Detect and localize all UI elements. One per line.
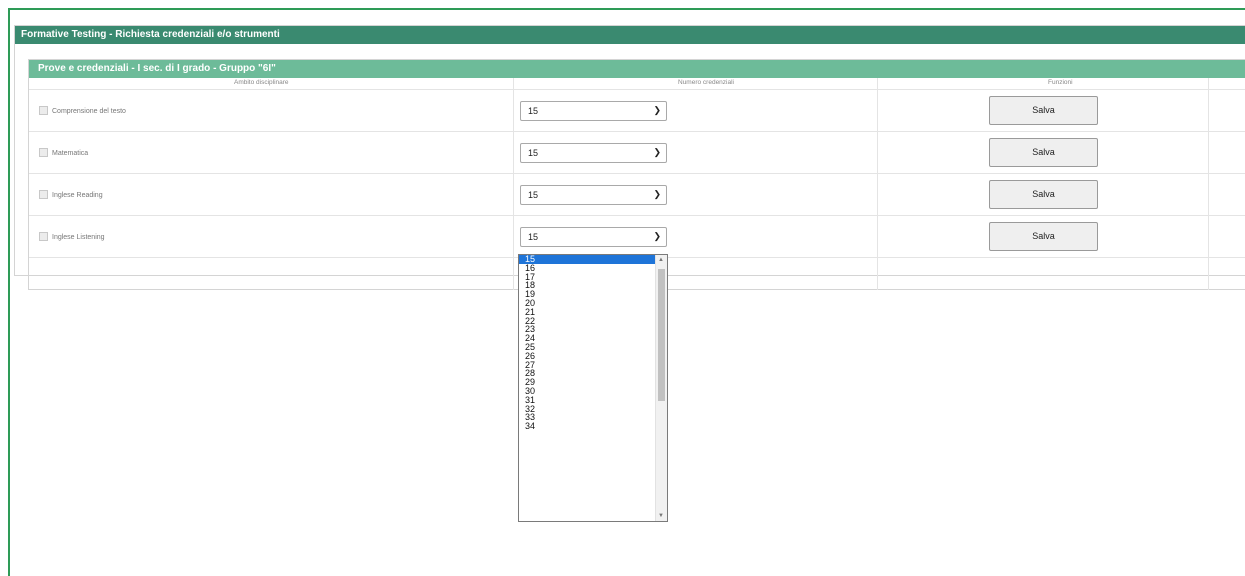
subject-label: Inglese Reading — [52, 192, 103, 199]
dropdown-option[interactable]: 32 — [519, 404, 667, 414]
dropdown-option[interactable]: 17 — [519, 272, 667, 282]
subject-label: Comprensione del testo — [52, 108, 126, 115]
scroll-up-icon[interactable]: ▲ — [658, 257, 664, 263]
select-value: 15 — [528, 106, 539, 116]
credentials-select[interactable]: 15 ❯ — [520, 143, 667, 163]
dropdown-option[interactable]: 16 — [519, 263, 667, 273]
table-row: Comprensione del testo 15 ❯ Salva — [29, 90, 1245, 132]
subject-checkbox[interactable] — [39, 148, 48, 157]
select-value: 15 — [528, 232, 539, 242]
subject-checkbox[interactable] — [39, 106, 48, 115]
page-title: Formative Testing - Richiesta credenzial… — [15, 26, 1245, 44]
table-row: Inglese Listening 15 ❯ Salva — [29, 216, 1245, 258]
dropdown-option[interactable]: 24 — [519, 334, 667, 343]
column-header-credentials: Numero credenziali — [678, 79, 734, 86]
save-button[interactable]: Salva — [989, 96, 1098, 125]
chevron-down-icon: ❯ — [653, 189, 661, 199]
dropdown-option[interactable]: 15 — [519, 255, 667, 264]
dropdown-option[interactable]: 26 — [519, 351, 667, 361]
dropdown-option[interactable]: 22 — [519, 316, 667, 326]
dropdown-option[interactable]: 19 — [519, 290, 667, 299]
dropdown-option[interactable]: 34 — [519, 422, 667, 431]
dropdown-option[interactable]: 25 — [519, 343, 667, 352]
dropdown-option[interactable]: 21 — [519, 307, 667, 317]
column-header-subject: Ambito disciplinare — [234, 79, 289, 86]
select-value: 15 — [528, 190, 539, 200]
select-value: 15 — [528, 148, 539, 158]
table-row: Matematica 15 ❯ Salva — [29, 132, 1245, 174]
chevron-down-icon: ❯ — [653, 231, 661, 241]
dropdown-options: 15 16 17 18 19 20 21 22 23 24 25 26 27 28 29 30 31 32 33 34 — [519, 255, 667, 431]
subject-label: Inglese Listening — [52, 234, 105, 241]
save-button[interactable]: Salva — [989, 180, 1098, 209]
chevron-down-icon: ❯ — [653, 105, 661, 115]
scroll-down-icon[interactable]: ▼ — [658, 513, 664, 519]
save-button[interactable]: Salva — [989, 138, 1098, 167]
dropdown-option[interactable]: 23 — [519, 325, 667, 334]
dropdown-option[interactable]: 31 — [519, 395, 667, 405]
credentials-dropdown-list[interactable]: 15 16 17 18 19 20 21 22 23 24 25 26 27 28 29 30 31 32 33 34… — [518, 254, 668, 522]
credentials-select[interactable]: 15 ❯ — [520, 227, 667, 247]
scrollbar-thumb[interactable] — [658, 269, 665, 401]
dropdown-option[interactable]: 29 — [519, 378, 667, 387]
subject-label: Matematica — [52, 150, 89, 157]
dropdown-option[interactable]: 28 — [519, 369, 667, 378]
subject-checkbox[interactable] — [39, 190, 48, 199]
column-header-functions: Funzioni — [1048, 79, 1073, 86]
save-button[interactable]: Salva — [989, 222, 1098, 251]
main-panel: Formative Testing - Richiesta credenzial… — [14, 25, 1245, 290]
table-row: Inglese Reading 15 ❯ Salva — [29, 174, 1245, 216]
credentials-select[interactable]: 15 ❯ — [520, 185, 667, 205]
dropdown-scrollbar[interactable]: ▲ ▼ — [655, 255, 667, 521]
dropdown-option[interactable]: 27 — [519, 360, 667, 370]
table-header: Ambito disciplinare Numero credenziali F… — [29, 78, 1245, 90]
credentials-select[interactable]: 15 ❯ — [520, 101, 667, 121]
section-title: Prove e credenziali - I sec. di I grado … — [29, 60, 1245, 78]
dropdown-option[interactable]: 30 — [519, 387, 667, 396]
dropdown-option[interactable]: 18 — [519, 281, 667, 290]
chevron-down-icon: ❯ — [653, 147, 661, 157]
dropdown-option[interactable]: 33 — [519, 413, 667, 422]
dropdown-option[interactable]: 20 — [519, 299, 667, 308]
subject-checkbox[interactable] — [39, 232, 48, 241]
